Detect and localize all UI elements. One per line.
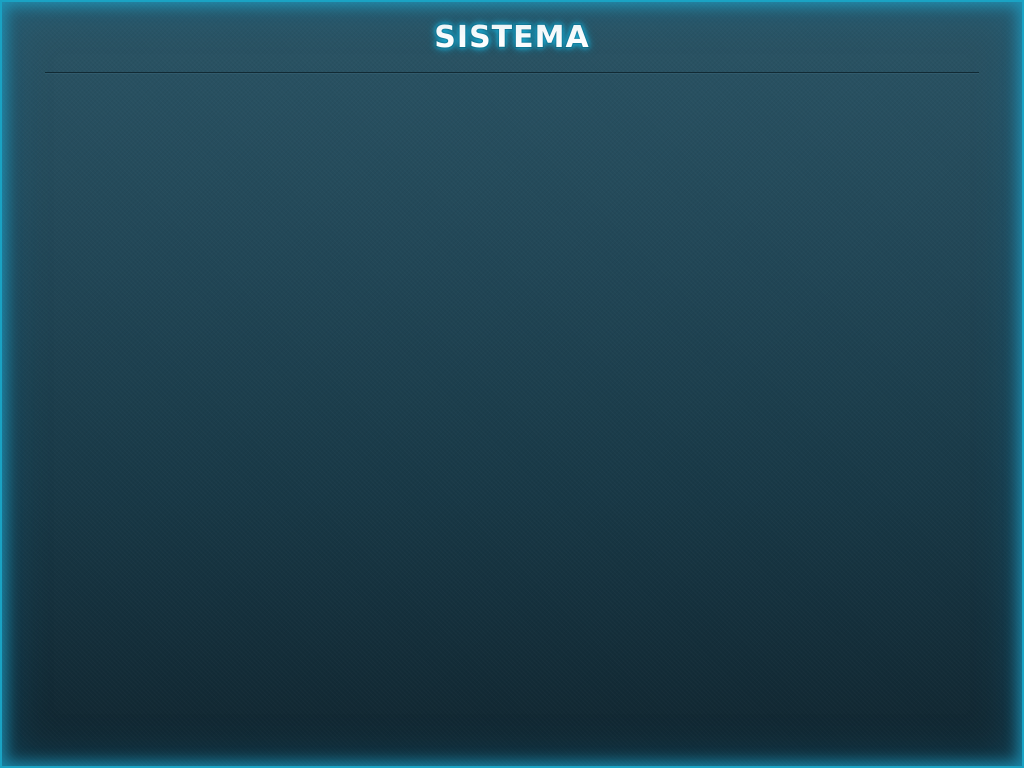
main-content-area bbox=[0, 74, 1024, 768]
system-screen: SISTEMA bbox=[0, 0, 1024, 768]
page-title: SISTEMA bbox=[434, 20, 590, 55]
header-bar: SISTEMA bbox=[0, 0, 1024, 74]
header-divider bbox=[45, 72, 979, 73]
